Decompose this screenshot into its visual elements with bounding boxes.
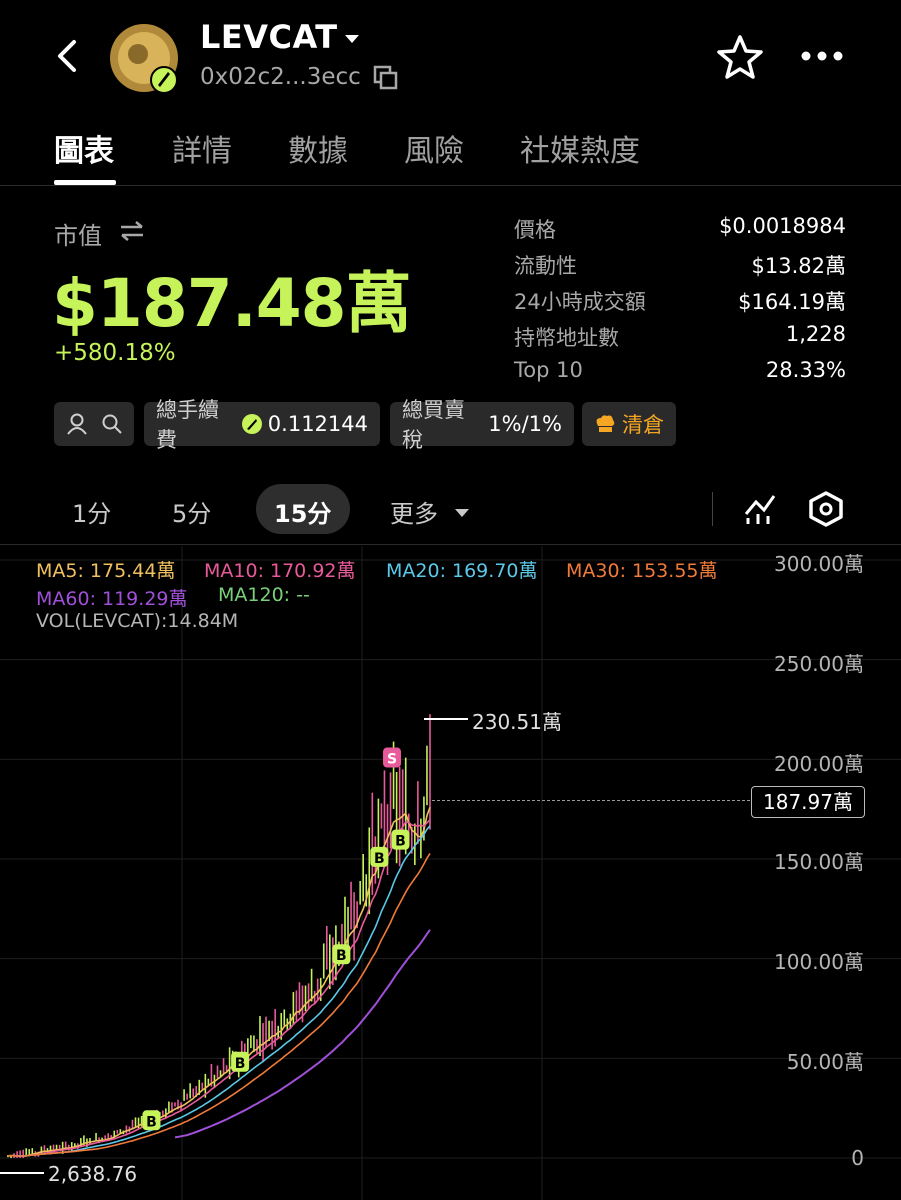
ma20-label: MA20: 169.70萬 xyxy=(386,560,538,582)
trade-marker-label: B xyxy=(146,1114,157,1130)
holder-search-pill[interactable] xyxy=(54,402,134,446)
ma60-label: MA60: 119.29萬 xyxy=(36,588,188,610)
trade-marker-label: B xyxy=(395,834,406,850)
settings-hex-icon[interactable] xyxy=(808,490,844,532)
star-icon[interactable] xyxy=(716,34,764,80)
chart-candles xyxy=(7,714,431,1158)
tabs-divider xyxy=(0,185,901,186)
tax-label: 總買賣稅 xyxy=(402,398,465,452)
market-cap-value: $187.48萬 xyxy=(52,265,412,342)
clear-position-pill[interactable]: 清倉 xyxy=(582,402,676,446)
copy-icon[interactable] xyxy=(372,64,400,92)
y-axis-label: 300.00萬 xyxy=(774,552,864,576)
market-cap-label: 市值 xyxy=(54,222,102,250)
indicator-icon[interactable] xyxy=(742,492,778,530)
ma30-label: MA30: 153.55萬 xyxy=(566,560,718,582)
high-price-label: 230.51萬 xyxy=(472,710,562,734)
tab-social[interactable]: 社媒熱度 xyxy=(520,126,640,170)
token-dropdown-icon[interactable] xyxy=(344,30,360,49)
chart-top-divider xyxy=(0,544,901,545)
caret-down-icon[interactable] xyxy=(454,504,470,523)
stat-value-price: $0.0018984 xyxy=(719,214,846,238)
total-fee-pill[interactable]: 總手續費 0.112144 xyxy=(144,398,380,452)
high-price-line xyxy=(424,718,468,720)
tax-value: 1%/1% xyxy=(488,412,562,436)
ma10-label: MA10: 170.92萬 xyxy=(204,560,356,582)
swap-icon[interactable] xyxy=(118,220,146,246)
current-price-line xyxy=(432,800,750,801)
total-fee-label: 總手續費 xyxy=(156,398,219,452)
y-axis-label: 150.00萬 xyxy=(774,850,864,874)
stat-label-price: 價格 xyxy=(514,218,556,242)
stat-label-top10: Top 10 xyxy=(514,358,583,382)
more-icon[interactable] xyxy=(800,48,844,62)
stat-label-holders: 持幣地址數 xyxy=(514,326,619,350)
y-axis-label: 0 xyxy=(851,1146,864,1170)
clear-position-label: 清倉 xyxy=(622,413,664,437)
token-name: LEVCAT xyxy=(200,18,338,56)
back-button[interactable] xyxy=(52,38,82,74)
y-axis-label: 250.00萬 xyxy=(774,652,864,676)
stat-value-holders: 1,228 xyxy=(785,322,846,346)
stat-label-liquidity: 流動性 xyxy=(514,254,577,278)
low-price-line xyxy=(0,1172,44,1174)
token-address: 0x02c2...3ecc xyxy=(200,64,361,90)
low-price-label: 2,638.76 xyxy=(48,1162,138,1186)
chef-hat-icon xyxy=(596,415,615,432)
interval-5m[interactable]: 5分 xyxy=(172,494,211,529)
trade-marker-label: S xyxy=(387,752,397,768)
user-icon xyxy=(67,413,87,435)
stat-value-top10: 28.33% xyxy=(765,358,846,382)
chart-ma-lines xyxy=(7,807,431,1157)
ma120-label: MA120: -- xyxy=(218,584,310,606)
y-axis-label: 50.00萬 xyxy=(786,1050,864,1074)
chevron-left-icon xyxy=(58,40,76,72)
tab-chart[interactable]: 圖表 xyxy=(54,126,114,170)
tab-risk[interactable]: 風險 xyxy=(404,126,464,170)
trade-marker-label: B xyxy=(374,851,385,867)
y-axis-label: 100.00萬 xyxy=(774,950,864,974)
total-fee-value: 0.112144 xyxy=(267,412,368,436)
vol-label: VOL(LEVCAT):14.84M xyxy=(36,610,239,632)
stat-value-volume: $164.19萬 xyxy=(738,290,846,314)
interval-1m[interactable]: 1分 xyxy=(72,494,111,529)
tax-pill[interactable]: 總買賣稅 1%/1% xyxy=(390,398,574,452)
trade-marker-label: B xyxy=(235,1056,246,1072)
stat-value-liquidity: $13.82萬 xyxy=(751,254,846,278)
ma5-label: MA5: 175.44萬 xyxy=(36,560,176,582)
current-price-tag: 187.97萬 xyxy=(751,786,865,818)
tab-details[interactable]: 詳情 xyxy=(172,126,232,170)
toolbar-divider xyxy=(712,492,713,526)
y-axis-label: 200.00萬 xyxy=(774,752,864,776)
leaf-icon xyxy=(242,414,262,434)
token-avatar xyxy=(108,22,180,94)
stat-label-volume: 24小時成交額 xyxy=(514,290,646,314)
tab-data[interactable]: 數據 xyxy=(288,126,348,170)
interval-15m[interactable]: 15分 xyxy=(274,494,331,529)
trade-marker-label: B xyxy=(336,948,347,964)
search-icon xyxy=(102,414,122,434)
ma10-line xyxy=(7,819,431,1157)
market-cap-change: +580.18% xyxy=(54,340,176,366)
interval-more[interactable]: 更多 xyxy=(390,494,438,529)
